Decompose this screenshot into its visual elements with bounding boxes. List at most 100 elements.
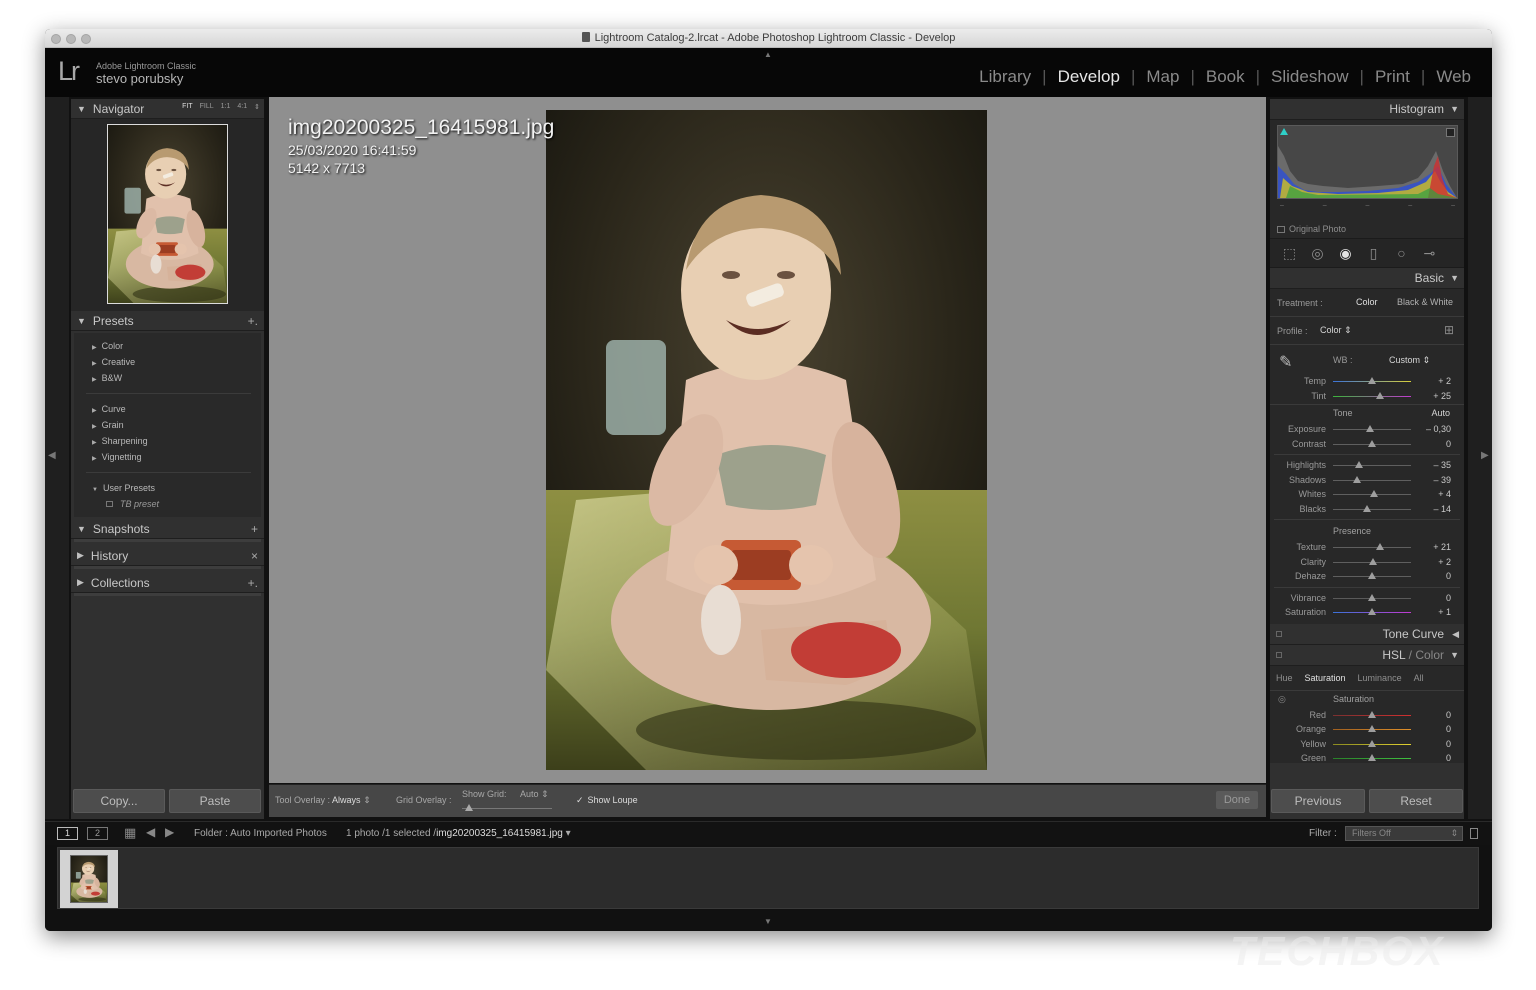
selection-info[interactable]: 1 photo /1 selected /img20200325_1641598… (346, 828, 571, 839)
slider-value[interactable]: + 1 (1438, 607, 1451, 617)
preset-group-creative[interactable]: ▶ Creative (74, 354, 261, 370)
slider-orange[interactable]: Orange 0 (1270, 722, 1464, 737)
slider-track[interactable] (1333, 465, 1411, 466)
slider-texture[interactable]: Texture + 21 (1270, 540, 1464, 555)
histogram-graph[interactable] (1277, 125, 1458, 199)
collapse-right-panel-icon[interactable]: ▶ (1481, 450, 1489, 461)
slider-thumb[interactable] (1369, 490, 1378, 497)
copy-settings-button[interactable]: Copy... (73, 789, 165, 813)
profile-select[interactable]: Color ⇕ (1320, 325, 1352, 336)
tab-hue[interactable]: Hue (1270, 673, 1299, 683)
zoom-4-1[interactable]: 4:1 (237, 103, 247, 111)
slider-temp[interactable]: Temp + 2 (1270, 374, 1464, 389)
right-edge[interactable]: ▶ (1468, 97, 1492, 819)
panel-toggle-icon[interactable] (1276, 651, 1282, 658)
slider-track[interactable] (1333, 508, 1411, 510)
slider-value[interactable]: 0 (1446, 571, 1451, 581)
adjustment-brush-icon[interactable]: ⊸ (1421, 245, 1438, 262)
clear-history-icon[interactable]: × (251, 549, 258, 563)
slider-thumb[interactable] (1368, 593, 1376, 601)
secondary-screen-button[interactable]: 2 (87, 827, 108, 840)
done-button[interactable]: Done (1216, 791, 1258, 809)
slider-value[interactable]: + 2 (1438, 376, 1451, 386)
hsl-color-header[interactable]: HSL / Color ▼ (1270, 645, 1464, 666)
slider-yellow[interactable]: Yellow 0 (1270, 737, 1464, 752)
treatment-color[interactable]: Color (1356, 297, 1378, 307)
tab-saturation[interactable]: Saturation (1299, 673, 1352, 683)
preset-group-grain[interactable]: ▶ Grain (74, 417, 261, 433)
slider-thumb[interactable] (1368, 754, 1376, 761)
preset-group-vignetting[interactable]: ▶ Vignetting (74, 449, 261, 465)
tab-all[interactable]: All (1408, 673, 1430, 683)
reset-button[interactable]: Reset (1369, 789, 1463, 813)
forward-arrow-icon[interactable]: ▶ (165, 825, 174, 839)
slider-thumb[interactable] (1368, 710, 1376, 718)
module-develop[interactable]: Develop (1047, 67, 1131, 87)
filter-lock-icon[interactable] (1470, 828, 1478, 839)
slider-value[interactable]: – 14 (1433, 504, 1451, 514)
module-web[interactable]: Web (1425, 67, 1482, 87)
snapshots-header[interactable]: ▼ Snapshots + (71, 519, 264, 539)
hsl-title[interactable]: HSL (1382, 648, 1405, 662)
navigator-thumbnail[interactable] (107, 124, 228, 304)
slider-thumb[interactable] (1353, 475, 1362, 483)
treatment-black-white[interactable]: Black & White (1397, 297, 1453, 307)
slider-value[interactable]: + 25 (1433, 391, 1451, 401)
slider-thumb[interactable] (1365, 425, 1374, 432)
add-collection-icon[interactable]: +. (248, 576, 258, 590)
module-slideshow[interactable]: Slideshow (1260, 67, 1360, 87)
slider-thumb[interactable] (1375, 391, 1384, 399)
collapse-filmstrip-icon[interactable]: ▼ (764, 917, 772, 926)
radial-filter-icon[interactable]: ○ (1393, 245, 1410, 262)
preset-group-curve[interactable]: ▶ Curve (74, 401, 261, 417)
tool-overlay-control[interactable]: Tool Overlay : Always ⇕ (275, 795, 371, 806)
module-print[interactable]: Print (1364, 67, 1421, 87)
slider-thumb[interactable] (1368, 439, 1376, 447)
presets-header[interactable]: ▼ Presets +. (71, 311, 264, 331)
panel-toggle-icon[interactable] (1276, 630, 1282, 637)
preset-group-bw[interactable]: ▶ B&W (74, 370, 261, 386)
wb-select[interactable]: Custom ⇕ (1389, 355, 1430, 366)
slider-value[interactable]: + 2 (1438, 557, 1451, 567)
show-grid-select[interactable]: Auto ⇕ (520, 789, 549, 800)
main-photo[interactable] (546, 110, 987, 770)
slider-value[interactable]: 0 (1446, 724, 1451, 734)
tab-luminance[interactable]: Luminance (1352, 673, 1408, 683)
slider-green[interactable]: Green 0 (1270, 751, 1464, 763)
slider-exposure[interactable]: Exposure – 0,30 (1270, 422, 1464, 437)
preset-group-color[interactable]: ▶ Color (74, 338, 261, 354)
main-screen-button[interactable]: 1 (57, 827, 78, 840)
zoom-stepper-icon[interactable]: ⇕ (254, 103, 260, 111)
slider-value[interactable]: + 21 (1433, 542, 1451, 552)
slider-tint[interactable]: Tint + 25 (1270, 389, 1464, 404)
history-header[interactable]: ▶ History × (71, 546, 264, 566)
slider-thumb[interactable] (1362, 504, 1371, 512)
color-title[interactable]: Color (1415, 648, 1444, 662)
add-preset-icon[interactable]: +. (248, 314, 258, 328)
eyedropper-icon[interactable]: ✎ (1279, 352, 1292, 372)
grid-opacity-slider[interactable] (462, 808, 552, 809)
slider-thumb[interactable] (1375, 543, 1384, 550)
slider-clarity[interactable]: Clarity + 2 (1270, 555, 1464, 570)
basic-header[interactable]: Basic ▼ (1270, 268, 1464, 289)
show-loupe-checkbox[interactable]: ✓ Show Loupe (576, 795, 638, 806)
collapse-top-panel-icon[interactable]: ▲ (764, 50, 772, 59)
slider-thumb[interactable] (1368, 725, 1376, 732)
slider-thumb[interactable] (1368, 572, 1376, 579)
slider-thumb[interactable] (1368, 608, 1376, 615)
slider-value[interactable]: 0 (1446, 439, 1451, 449)
module-library[interactable]: Library (968, 67, 1042, 87)
crop-tool-icon[interactable]: ⬚ (1281, 245, 1298, 262)
slider-thumb[interactable] (1368, 739, 1376, 747)
navigator-preview[interactable] (71, 119, 264, 311)
original-photo-checkbox[interactable]: Original Photo (1277, 224, 1346, 234)
slider-value[interactable]: – 39 (1433, 475, 1451, 485)
slider-track[interactable] (1333, 395, 1411, 397)
add-snapshot-icon[interactable]: + (251, 522, 258, 536)
graduated-filter-icon[interactable]: ▯ (1365, 245, 1382, 262)
collapse-left-panel-icon[interactable]: ◀ (48, 450, 56, 461)
profile-browser-icon[interactable]: ⊞ (1444, 323, 1454, 337)
slider-thumb[interactable] (1368, 557, 1377, 565)
slider-thumb[interactable] (1368, 377, 1376, 384)
navigator-header[interactable]: ▼ Navigator FIT FILL 1:1 4:1 ⇕ (71, 99, 264, 119)
